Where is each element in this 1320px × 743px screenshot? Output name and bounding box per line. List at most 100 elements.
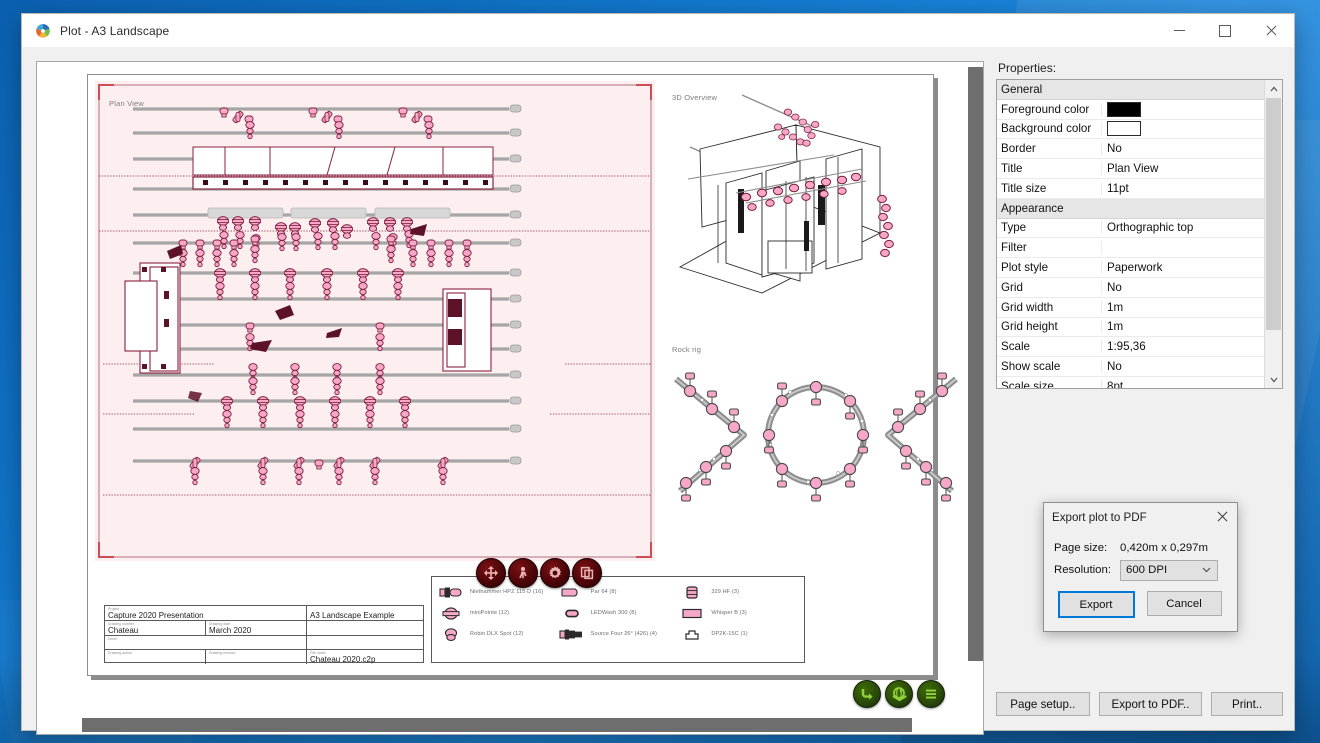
property-row-scale-size[interactable]: Scale size 8pt: [997, 377, 1264, 389]
titleblock-value-project: Capture 2020 Presentation: [108, 611, 204, 620]
property-value[interactable]: Plan View: [1102, 162, 1264, 175]
minimize-button[interactable]: [1156, 14, 1202, 47]
fixture-legend[interactable]: Niethammer HPZ 115 D (16) Par 64 (8): [431, 576, 805, 663]
property-row-grid-width[interactable]: Grid width 1m: [997, 298, 1264, 318]
dialog-body: Page size: 0,420m x 0,297m Resolution: 6…: [1044, 531, 1237, 631]
source-four-icon: [559, 627, 585, 641]
view-tool-buttons: [853, 680, 945, 708]
maximize-button[interactable]: [1202, 14, 1248, 47]
plan-view-drawing: [95, 81, 655, 561]
dialog-titlebar[interactable]: Export plot to PDF: [1044, 503, 1237, 531]
preview-horizontal-scroll-thumb[interactable]: [82, 718, 912, 732]
property-row-scale[interactable]: Scale 1:95,36: [997, 337, 1264, 357]
preview-horizontal-scrollbar[interactable]: [37, 717, 966, 734]
striplight-icon: [679, 585, 705, 599]
plot-window: Plot - A3 Landscape Plan View: [22, 14, 1294, 730]
viewport-plan-view[interactable]: Plan View: [95, 81, 655, 561]
export-pdf-dialog: Export plot to PDF Page size: 0,420m x 0…: [1043, 502, 1238, 632]
property-row-show-scale[interactable]: Show scale No: [997, 357, 1264, 377]
property-row-background-color[interactable]: Background color: [997, 120, 1264, 140]
titleblock-cell: File name Chateau 2020.c2p: [307, 650, 423, 664]
viewport-rock-rig[interactable]: Rock rig: [666, 341, 966, 501]
export-button[interactable]: Export: [1058, 591, 1135, 618]
close-button[interactable]: [1248, 14, 1294, 47]
orbit-view-button[interactable]: [885, 680, 913, 708]
person-walk-icon: [515, 565, 531, 581]
legend-label: LEDWash 300 (8): [591, 610, 637, 616]
property-row-title[interactable]: Title Plan View: [997, 159, 1264, 179]
plot-preview-area[interactable]: Plan View: [36, 61, 984, 735]
properties-scrollbar[interactable]: [1264, 80, 1282, 388]
resolution-select[interactable]: 600 DPI: [1120, 560, 1218, 581]
property-value[interactable]: [1102, 121, 1264, 136]
property-row-title-size[interactable]: Title size 11pt: [997, 179, 1264, 199]
menu-button[interactable]: [917, 680, 945, 708]
action-buttons: Page setup.. Export to PDF.. Print..: [996, 692, 1283, 718]
titleblock-tag: Drawing revision: [209, 651, 236, 655]
legend-label: 329 HF (3): [711, 589, 739, 595]
rotate-view-button[interactable]: [853, 680, 881, 708]
titleblock-cell: Client: [105, 636, 307, 649]
pan-tool-button[interactable]: [476, 558, 506, 588]
property-row-filter[interactable]: Filter: [997, 238, 1264, 258]
titleblock-cell: Drawing date March 2020: [206, 621, 307, 635]
property-value[interactable]: 1m: [1102, 301, 1264, 314]
property-value[interactable]: No: [1102, 142, 1264, 155]
scroll-down-button[interactable]: [1265, 371, 1282, 388]
property-value[interactable]: No: [1102, 281, 1264, 294]
property-value[interactable]: Orthographic top: [1102, 221, 1264, 234]
property-row-grid[interactable]: Grid No: [997, 278, 1264, 298]
walk-tool-button[interactable]: [508, 558, 538, 588]
properties-scroll-thumb[interactable]: [1266, 98, 1281, 330]
properties-panel: Properties: General Foreground color Bac…: [996, 61, 1283, 733]
window-titlebar[interactable]: Plot - A3 Landscape: [22, 14, 1294, 48]
close-icon: [1265, 25, 1277, 37]
property-value[interactable]: 11pt: [1102, 182, 1264, 195]
property-row-foreground-color[interactable]: Foreground color: [997, 100, 1264, 120]
export-to-pdf-button[interactable]: Export to PDF..: [1099, 692, 1203, 716]
viewport-3d-overview[interactable]: 3D Overview: [666, 81, 928, 343]
preview-vertical-scroll-thumb[interactable]: [968, 67, 983, 661]
titleblock[interactable]: Project Capture 2020 Presentation A3 Lan…: [104, 605, 424, 663]
legend-label: Source Four 26° (426) (4): [591, 631, 657, 637]
settings-tool-button[interactable]: [540, 558, 570, 588]
titleblock-row: Drawing number Chateau Drawing date Marc…: [105, 621, 423, 636]
titleblock-row: Client: [105, 636, 423, 650]
page-setup-button[interactable]: Page setup..: [996, 692, 1090, 716]
scroll-up-button[interactable]: [1265, 80, 1282, 97]
cancel-button[interactable]: Cancel: [1147, 591, 1222, 616]
window-title: Plot - A3 Landscape: [60, 24, 169, 38]
titleblock-value-venue: Chateau: [108, 626, 138, 635]
property-row-grid-height[interactable]: Grid height 1m: [997, 318, 1264, 338]
property-value[interactable]: 8pt: [1102, 380, 1264, 389]
color-swatch-foreground[interactable]: [1107, 102, 1141, 117]
legend-item: LEDWash 300 (8): [559, 606, 680, 620]
duplicate-tool-button[interactable]: [572, 558, 602, 588]
properties-grid[interactable]: General Foreground color Background colo…: [996, 79, 1283, 389]
property-value[interactable]: 1m: [1102, 320, 1264, 333]
property-row-type[interactable]: Type Orthographic top: [997, 219, 1264, 239]
property-key: Type: [997, 221, 1102, 234]
titleblock-cell: [307, 621, 423, 635]
property-value[interactable]: Paperwork: [1102, 261, 1264, 274]
property-value[interactable]: [1102, 102, 1264, 117]
page-size-label: Page size:: [1054, 542, 1120, 554]
property-key: General: [997, 83, 1264, 96]
property-row-border[interactable]: Border No: [997, 139, 1264, 159]
print-button[interactable]: Print..: [1211, 692, 1283, 716]
titleblock-cell: Project Capture 2020 Presentation: [105, 606, 307, 620]
plot-paper[interactable]: Plan View: [87, 74, 934, 676]
dialog-close-button[interactable]: [1207, 503, 1237, 531]
moving-head-icon: [438, 606, 464, 620]
color-swatch-background[interactable]: [1107, 121, 1141, 136]
property-value[interactable]: No: [1102, 360, 1264, 373]
property-key: Show scale: [997, 360, 1102, 373]
window-controls: [1156, 14, 1294, 47]
close-icon: [1216, 511, 1228, 523]
preview-vertical-scrollbar[interactable]: [966, 62, 983, 734]
rock-rig-drawing: [666, 359, 966, 519]
resolution-value: 600 DPI: [1126, 564, 1167, 576]
property-value[interactable]: 1:95,36: [1102, 340, 1264, 353]
property-row-plot-style[interactable]: Plot style Paperwork: [997, 258, 1264, 278]
legend-item: Source Four 26° (426) (4): [559, 627, 680, 641]
